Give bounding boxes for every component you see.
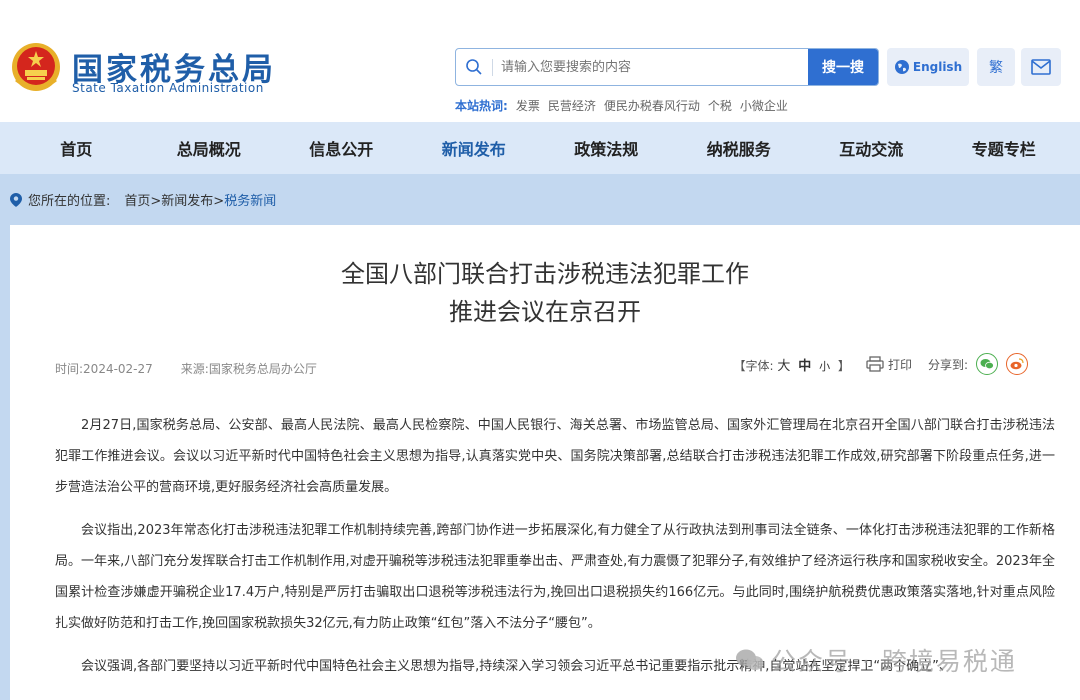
mail-button[interactable]: [1021, 48, 1061, 86]
breadcrumb: 您所在的位置: 首页>新闻发布>税务新闻: [10, 190, 276, 209]
article-title-line: 推进会议在京召开: [449, 298, 641, 326]
wechat-logo-icon: [736, 649, 764, 670]
watermark: 公众号 · 跨境易税通: [735, 642, 1017, 678]
site-subtitle: State Taxation Administration: [72, 81, 264, 95]
nav-item-topics[interactable]: 专题专栏: [938, 136, 1070, 160]
traditional-chinese-button[interactable]: 繁: [977, 48, 1015, 86]
article-meta: 时间:2024-02-27 来源:国家税务总局办公厅: [55, 360, 317, 377]
publish-time: 时间:2024-02-27: [55, 362, 153, 376]
nav-item-policy[interactable]: 政策法规: [540, 136, 672, 160]
font-size-label: 【字体:: [733, 358, 774, 373]
font-size-medium[interactable]: 中: [798, 359, 811, 374]
hot-word[interactable]: 个税: [708, 97, 732, 114]
article-title: 全国八部门联合打击涉税违法犯罪工作 推进会议在京召开: [10, 255, 1080, 331]
font-size-close: 】: [837, 358, 850, 373]
hot-word[interactable]: 民营经济: [548, 97, 596, 114]
mail-icon: [1031, 59, 1051, 75]
wechat-share-icon[interactable]: [976, 353, 998, 375]
site-header: 国家税务总局 State Taxation Administration 搜一搜…: [0, 0, 1080, 122]
article: 全国八部门联合打击涉税违法犯罪工作 推进会议在京召开 时间:2024-02-27…: [10, 225, 1080, 700]
nav-item-news[interactable]: 新闻发布: [408, 136, 540, 160]
weibo-share-icon[interactable]: [1006, 353, 1028, 375]
location-pin-icon: [10, 192, 22, 207]
article-paragraph: 2月27日,国家税务总局、公安部、最高人民法院、最高人民检察院、中国人民银行、海…: [55, 418, 1055, 495]
english-button[interactable]: English: [887, 48, 969, 86]
hot-words: 本站热词: 发票 民营经济 便民办税春风行动 个税 小微企业: [455, 97, 788, 114]
nav-item-overview[interactable]: 总局概况: [143, 136, 275, 160]
printer-icon: [866, 356, 884, 372]
main-nav: 首页 总局概况 信息公开 新闻发布 政策法规 纳税服务 互动交流 专题专栏: [0, 122, 1080, 174]
globe-icon: [894, 60, 909, 74]
nav-item-interaction[interactable]: 互动交流: [805, 136, 937, 160]
watermark-text: 公众号 · 跨境易税通: [771, 647, 1017, 676]
hot-words-label: 本站热词:: [455, 99, 508, 113]
english-label: English: [912, 60, 963, 74]
breadcrumb-path[interactable]: 首页>新闻发布>: [124, 194, 224, 209]
article-title-line: 全国八部门联合打击涉税违法犯罪工作: [341, 260, 749, 288]
print-button[interactable]: 打印: [866, 356, 912, 373]
hot-word[interactable]: 便民办税春风行动: [604, 97, 700, 114]
article-paragraph: 会议指出,2023年常态化打击涉税违法犯罪工作机制持续完善,跨部门协作进一步拓展…: [55, 523, 1055, 631]
search-bar: 搜一搜: [455, 48, 879, 86]
search-input[interactable]: [501, 54, 801, 80]
breadcrumb-current[interactable]: 税务新闻: [224, 194, 276, 209]
breadcrumb-label: 您所在的位置:: [28, 194, 111, 209]
share-bar: 分享到:: [928, 353, 1028, 375]
nav-item-home[interactable]: 首页: [10, 136, 142, 160]
font-size-small[interactable]: 小: [819, 360, 830, 373]
article-tools: 【字体: 大 中 小 】 打印 分享到:: [734, 353, 1028, 375]
hot-word[interactable]: 发票: [516, 97, 540, 114]
print-label: 打印: [887, 357, 912, 372]
hot-word[interactable]: 小微企业: [740, 97, 788, 114]
nav-item-info[interactable]: 信息公开: [275, 136, 407, 160]
search-icon: [466, 59, 482, 75]
article-source: 来源:国家税务总局办公厅: [180, 362, 317, 376]
search-button[interactable]: 搜一搜: [808, 49, 878, 85]
content-area: 您所在的位置: 首页>新闻发布>税务新闻 全国八部门联合打击涉税违法犯罪工作 推…: [0, 174, 1080, 700]
font-size-control: 【字体: 大 中 小 】: [734, 355, 850, 374]
national-emblem-icon[interactable]: [10, 40, 62, 94]
search-divider: [492, 59, 493, 76]
share-label: 分享到:: [927, 357, 968, 372]
font-size-large[interactable]: 大: [777, 359, 790, 374]
nav-item-service[interactable]: 纳税服务: [673, 136, 805, 160]
